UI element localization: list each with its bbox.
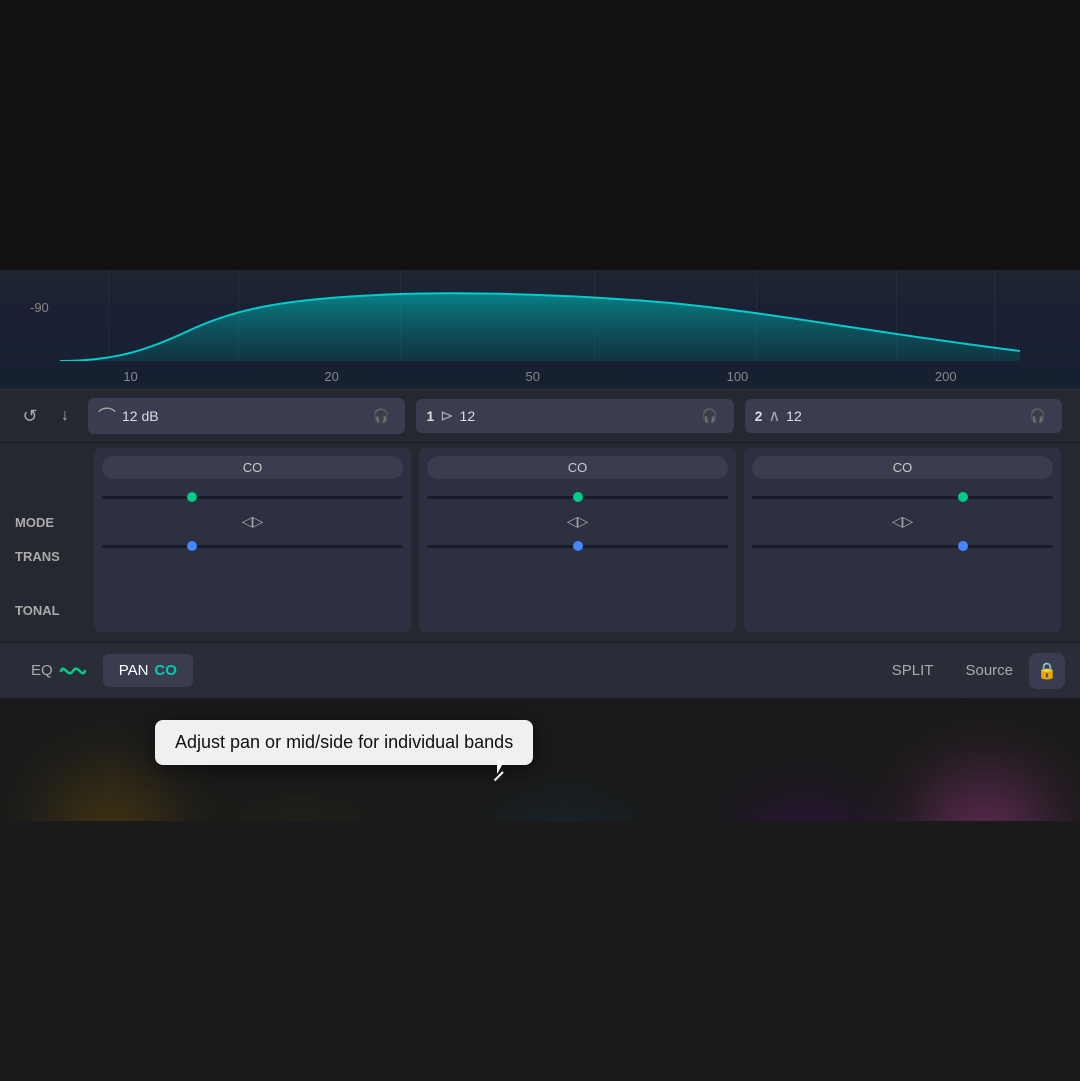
freq-50: 50: [526, 369, 540, 384]
top-background: [0, 0, 1080, 270]
band1-number: 1: [426, 408, 434, 424]
band2-filter[interactable]: 2 ∧ 12 🎧: [745, 399, 1062, 433]
lp-db-value: 12 dB: [122, 408, 159, 424]
freq-label-row: 10 20 50 100 200: [0, 369, 1080, 384]
band1-trans-thumb[interactable]: [573, 492, 583, 502]
band-lp-trans-track: [102, 496, 403, 499]
eq-wave-icon: [59, 660, 87, 681]
spectrum-display: -90 10 20 50 100 200: [0, 270, 1080, 390]
band-panels: CO ◁▷: [90, 443, 1065, 637]
band2-panel: CO ◁▷: [744, 448, 1061, 632]
band2-tonal-thumb[interactable]: [958, 541, 968, 551]
toolbar: EQ PAN CO SPLIT Source 🔒: [0, 642, 1080, 698]
band-lp-tonal-row: [102, 536, 403, 556]
band1-mode-row: CO: [427, 456, 728, 479]
band2-db-value: 12: [786, 408, 802, 424]
undo-button[interactable]: ↺: [15, 406, 45, 427]
split-button[interactable]: SPLIT: [876, 654, 950, 687]
band2-mode-row: CO: [752, 456, 1053, 479]
lp-headphone-button[interactable]: 🎧: [367, 404, 395, 428]
tooltip-text: Adjust pan or mid/side for individual ba…: [175, 732, 513, 752]
split-label: SPLIT: [892, 662, 934, 679]
labels-column: MODE TRANS TONAL: [15, 448, 90, 632]
band-lp-pan-arrows: ◁▷: [102, 513, 403, 530]
down-arrow-button[interactable]: ↓: [50, 407, 80, 425]
band-lp-panel: CO ◁▷: [94, 448, 411, 632]
band1-db-value: 12: [460, 408, 476, 424]
tooltip: Adjust pan or mid/side for individual ba…: [155, 720, 533, 765]
band-lp-trans-thumb[interactable]: [187, 492, 197, 502]
band1-pan-arrows: ◁▷: [427, 513, 728, 530]
band1-shape-icon: ⊳: [440, 406, 453, 426]
band2-trans-slider[interactable]: [752, 487, 1053, 507]
band1-tonal-slider[interactable]: [427, 536, 728, 556]
freq-20: 20: [324, 369, 338, 384]
db-label: -90: [30, 300, 49, 315]
freq-100: 100: [727, 369, 749, 384]
band1-trans-row: [427, 487, 728, 507]
pan-label: PAN: [119, 662, 149, 679]
spectrum-curve: [60, 281, 1020, 361]
eq-label: EQ: [31, 662, 53, 679]
band1-mode-dropdown[interactable]: CO: [427, 456, 728, 479]
band-lp-trans-slider[interactable]: [102, 487, 403, 507]
band2-pan-arrows: ◁▷: [752, 513, 1053, 530]
freq-10: 10: [123, 369, 137, 384]
band-lp-mode-dropdown[interactable]: CO: [102, 456, 403, 479]
pan-co-icon: CO: [154, 662, 177, 679]
band2-tonal-row: [752, 536, 1053, 556]
freq-200: 200: [935, 369, 957, 384]
band1-tonal-row: [427, 536, 728, 556]
band1-trans-slider[interactable]: [427, 487, 728, 507]
mode-row-label: MODE: [15, 505, 90, 539]
crossover-controls-row: ↺ ↓ ⌒ 12 dB 🎧 1 ⊳ 12 🎧 2 ∧ 12 🎧: [0, 390, 1080, 443]
source-button[interactable]: Source: [949, 654, 1029, 687]
band2-tonal-track: [752, 545, 1053, 548]
band2-headphone-button[interactable]: 🎧: [1024, 404, 1052, 428]
band-lp-tonal-track: [102, 545, 403, 548]
band2-mode-dropdown[interactable]: CO: [752, 456, 1053, 479]
band1-panel: CO ◁▷: [419, 448, 736, 632]
lock-icon: 🔒: [1037, 661, 1057, 681]
lock-button[interactable]: 🔒: [1029, 653, 1065, 689]
band2-shape-icon: ∧: [768, 406, 780, 426]
lp-shape-icon: ⌒: [98, 403, 116, 429]
band2-trans-track: [752, 496, 1053, 499]
band1-filter[interactable]: 1 ⊳ 12 🎧: [416, 399, 733, 433]
band1-headphone-button[interactable]: 🎧: [696, 404, 724, 428]
band-lp-trans-row: [102, 487, 403, 507]
bottom-background: [0, 821, 1080, 1081]
band-lp-mode-row: CO: [102, 456, 403, 479]
band2-trans-thumb[interactable]: [958, 492, 968, 502]
tonal-row-label: TONAL: [15, 593, 90, 627]
eq-button[interactable]: EQ: [15, 652, 103, 689]
bands-area: MODE TRANS TONAL CO ◁: [0, 443, 1080, 642]
plugin-panel: -90 10 20 50 100 200 ↺ ↓ ⌒ 12 dB 🎧 1 ⊳ 1…: [0, 270, 1080, 698]
band2-tonal-slider[interactable]: [752, 536, 1053, 556]
source-label: Source: [965, 662, 1013, 679]
trans-row-label: TRANS: [15, 539, 90, 573]
band2-number: 2: [755, 408, 763, 424]
band2-trans-row: [752, 487, 1053, 507]
band-lp-filter[interactable]: ⌒ 12 dB 🎧: [88, 398, 405, 434]
pan-button[interactable]: PAN CO: [103, 654, 193, 687]
band-lp-tonal-slider[interactable]: [102, 536, 403, 556]
band1-tonal-thumb[interactable]: [573, 541, 583, 551]
band-lp-tonal-thumb[interactable]: [187, 541, 197, 551]
